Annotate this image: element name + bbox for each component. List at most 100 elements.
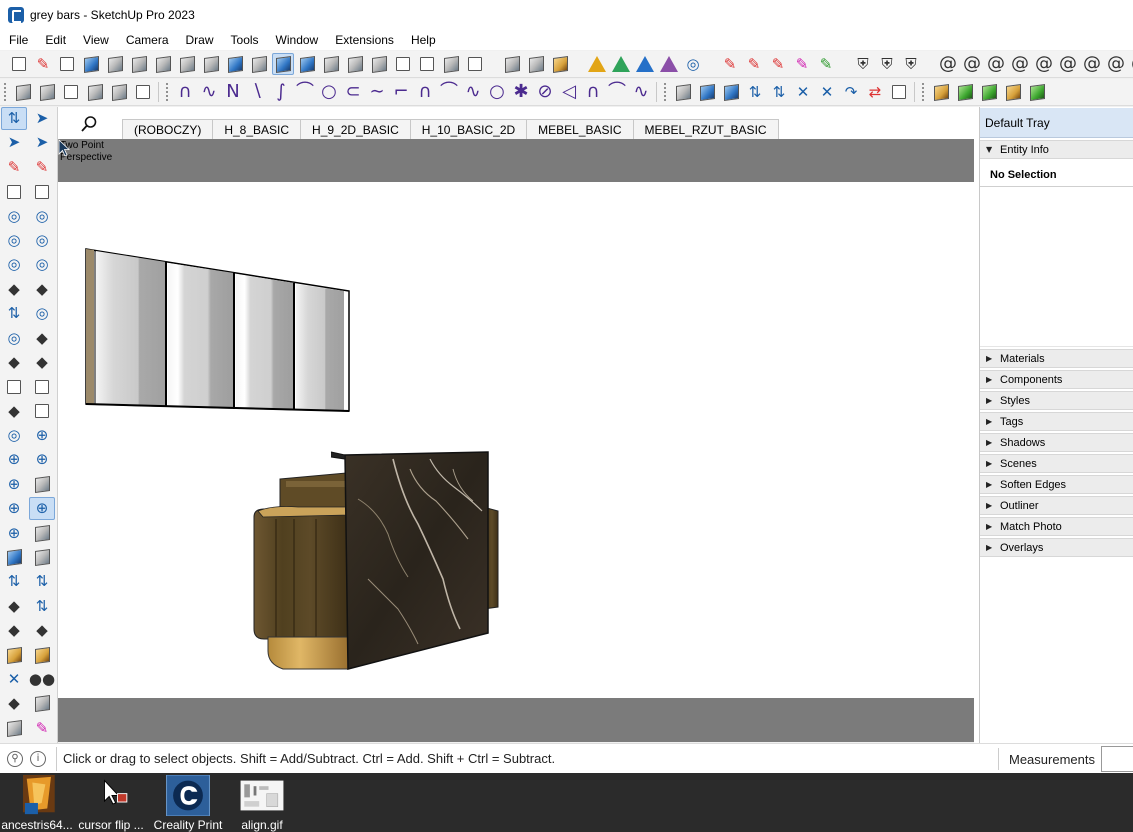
blue-line-tool[interactable]: ◆: [1, 619, 27, 642]
monochrome-button[interactable]: [320, 53, 342, 75]
panel-styles[interactable]: ▶ Styles: [980, 391, 1133, 410]
curve-5-button[interactable]: ∫: [270, 81, 292, 103]
spiral-2-button[interactable]: @: [961, 53, 983, 75]
toolbar-grip[interactable]: [921, 82, 925, 102]
hook-red-button[interactable]: ⇄: [864, 81, 886, 103]
cube-green-button[interactable]: [954, 81, 976, 103]
curve-2-button[interactable]: ∿: [198, 81, 220, 103]
rotated-rectangle-tool[interactable]: [29, 180, 55, 203]
curve-19-button[interactable]: ⌒: [606, 81, 628, 103]
section-cut-button[interactable]: [440, 53, 462, 75]
checkbox-checked-button[interactable]: [36, 81, 58, 103]
cube-blue-button[interactable]: [696, 81, 718, 103]
curve-16-button[interactable]: ⊘: [534, 81, 556, 103]
axes-tool[interactable]: ◆: [1, 400, 27, 423]
axis-arrow-tool[interactable]: ⇅: [1, 570, 27, 593]
house-blue-button[interactable]: [634, 53, 656, 75]
menu-view[interactable]: View: [74, 33, 117, 47]
pan-tool[interactable]: ⊕: [29, 424, 55, 447]
rotate-tool[interactable]: ◎: [1, 327, 27, 350]
ext-warehouse-button[interactable]: [108, 81, 130, 103]
position-camera-tool[interactable]: ⊕: [1, 522, 27, 545]
info-icon[interactable]: i: [30, 750, 46, 767]
walk-tool[interactable]: ⊕: [1, 497, 27, 520]
xray-toggle-tool[interactable]: [1, 546, 27, 569]
select-arrow-tool[interactable]: ⇅: [1, 107, 27, 130]
menu-edit[interactable]: Edit: [36, 33, 74, 47]
back-view-button[interactable]: [176, 53, 198, 75]
eraser-tool[interactable]: ➤: [29, 131, 55, 154]
curve-20-button[interactable]: ∿: [630, 81, 652, 103]
panel-tags[interactable]: ▶ Tags: [980, 412, 1133, 431]
up-down-arrows-button[interactable]: ⇅: [744, 81, 766, 103]
save-button[interactable]: [56, 53, 78, 75]
spiral-3-button[interactable]: @: [985, 53, 1007, 75]
scene-tab-mebel-basic[interactable]: MEBEL_BASIC: [526, 119, 634, 140]
right-view-button[interactable]: [152, 53, 174, 75]
zoom-window-tool[interactable]: ⊕: [29, 448, 55, 471]
cube-half-tool[interactable]: [1, 717, 27, 740]
panel-scenes[interactable]: ▶ Scenes: [980, 454, 1133, 473]
section-plane-button[interactable]: [344, 53, 366, 75]
menu-help[interactable]: Help: [402, 33, 444, 47]
menu-camera[interactable]: Camera: [117, 33, 177, 47]
curve-15-button[interactable]: ✱: [510, 81, 532, 103]
menu-draw[interactable]: Draw: [177, 33, 222, 47]
geo-location-icon[interactable]: ⚲: [7, 750, 23, 767]
curve-18-button[interactable]: ∩: [582, 81, 604, 103]
zoom-extents-tool[interactable]: ⊕: [1, 473, 27, 496]
look-around-tool[interactable]: ⊕: [29, 497, 55, 521]
extension-cube-beige-button[interactable]: [549, 53, 571, 75]
house-green-button[interactable]: [610, 53, 632, 75]
open-folder-button[interactable]: ✎: [32, 53, 54, 75]
menu-tools[interactable]: Tools: [222, 33, 267, 47]
three-d-text-tool[interactable]: [29, 400, 55, 423]
curve-8-button[interactable]: ⊂: [342, 81, 364, 103]
spiral-1-button[interactable]: @: [937, 53, 959, 75]
pen-plus-button[interactable]: ✎: [743, 53, 765, 75]
shaded-button[interactable]: [272, 53, 294, 75]
menu-file[interactable]: File: [0, 33, 36, 47]
grey-bars-panel-group[interactable]: [85, 248, 350, 412]
hook-blue-button[interactable]: ↷: [840, 81, 862, 103]
curve-14-button[interactable]: ○: [486, 81, 508, 103]
menu-extensions[interactable]: Extensions: [326, 33, 402, 47]
warehouse-button[interactable]: [84, 81, 106, 103]
curve-13-button[interactable]: ∿: [462, 81, 484, 103]
curve-11-button[interactable]: ∩: [414, 81, 436, 103]
pencil-tool[interactable]: ✎: [1, 156, 27, 179]
shaded-textures-button[interactable]: [296, 53, 318, 75]
panel-match-photo[interactable]: ▶ Match Photo: [980, 517, 1133, 536]
panel-shadows[interactable]: ▶ Shadows: [980, 433, 1133, 452]
move-tool[interactable]: ⇅: [1, 302, 27, 325]
tag-button[interactable]: [464, 53, 486, 75]
pen-green-button[interactable]: ✎: [815, 53, 837, 75]
measurements-input[interactable]: [1101, 746, 1133, 772]
scene-tab-h9-2d-basic[interactable]: H_9_2D_BASIC: [300, 119, 411, 140]
front-view-button[interactable]: [128, 53, 150, 75]
move-down-tool[interactable]: ⇅: [29, 595, 55, 618]
brown-box-tool[interactable]: [1, 644, 27, 667]
panel-soften-edges[interactable]: ▶ Soften Edges: [980, 475, 1133, 494]
scale-tool[interactable]: ◆: [29, 327, 55, 350]
spiral-9-button[interactable]: @: [1129, 53, 1133, 75]
previous-view-tool[interactable]: [29, 473, 55, 496]
house-gold-button[interactable]: [586, 53, 608, 75]
cube-select-button[interactable]: [672, 81, 694, 103]
cloud-upload-button[interactable]: [60, 81, 82, 103]
pen-magenta-tool[interactable]: ✎: [29, 717, 55, 740]
panel-outliner[interactable]: ▶ Outliner: [980, 496, 1133, 515]
paint-bucket-tool[interactable]: ➤: [1, 131, 27, 154]
bar-chart-tool[interactable]: ◆: [1, 595, 27, 618]
polygon-tool[interactable]: ◎: [29, 205, 55, 228]
new-file-button[interactable]: [8, 53, 30, 75]
section-plane-tool[interactable]: [29, 522, 55, 545]
tape-measure-tool[interactable]: ◆: [1, 351, 27, 374]
text-tool[interactable]: [29, 375, 55, 398]
dimension-button[interactable]: [416, 53, 438, 75]
cube-green2-button[interactable]: [978, 81, 1000, 103]
pen-magenta-button[interactable]: ✎: [791, 53, 813, 75]
tent-button[interactable]: ⛨: [900, 53, 922, 75]
orbit-tool[interactable]: ◎: [1, 424, 27, 447]
curve-12-button[interactable]: ⌒: [438, 81, 460, 103]
